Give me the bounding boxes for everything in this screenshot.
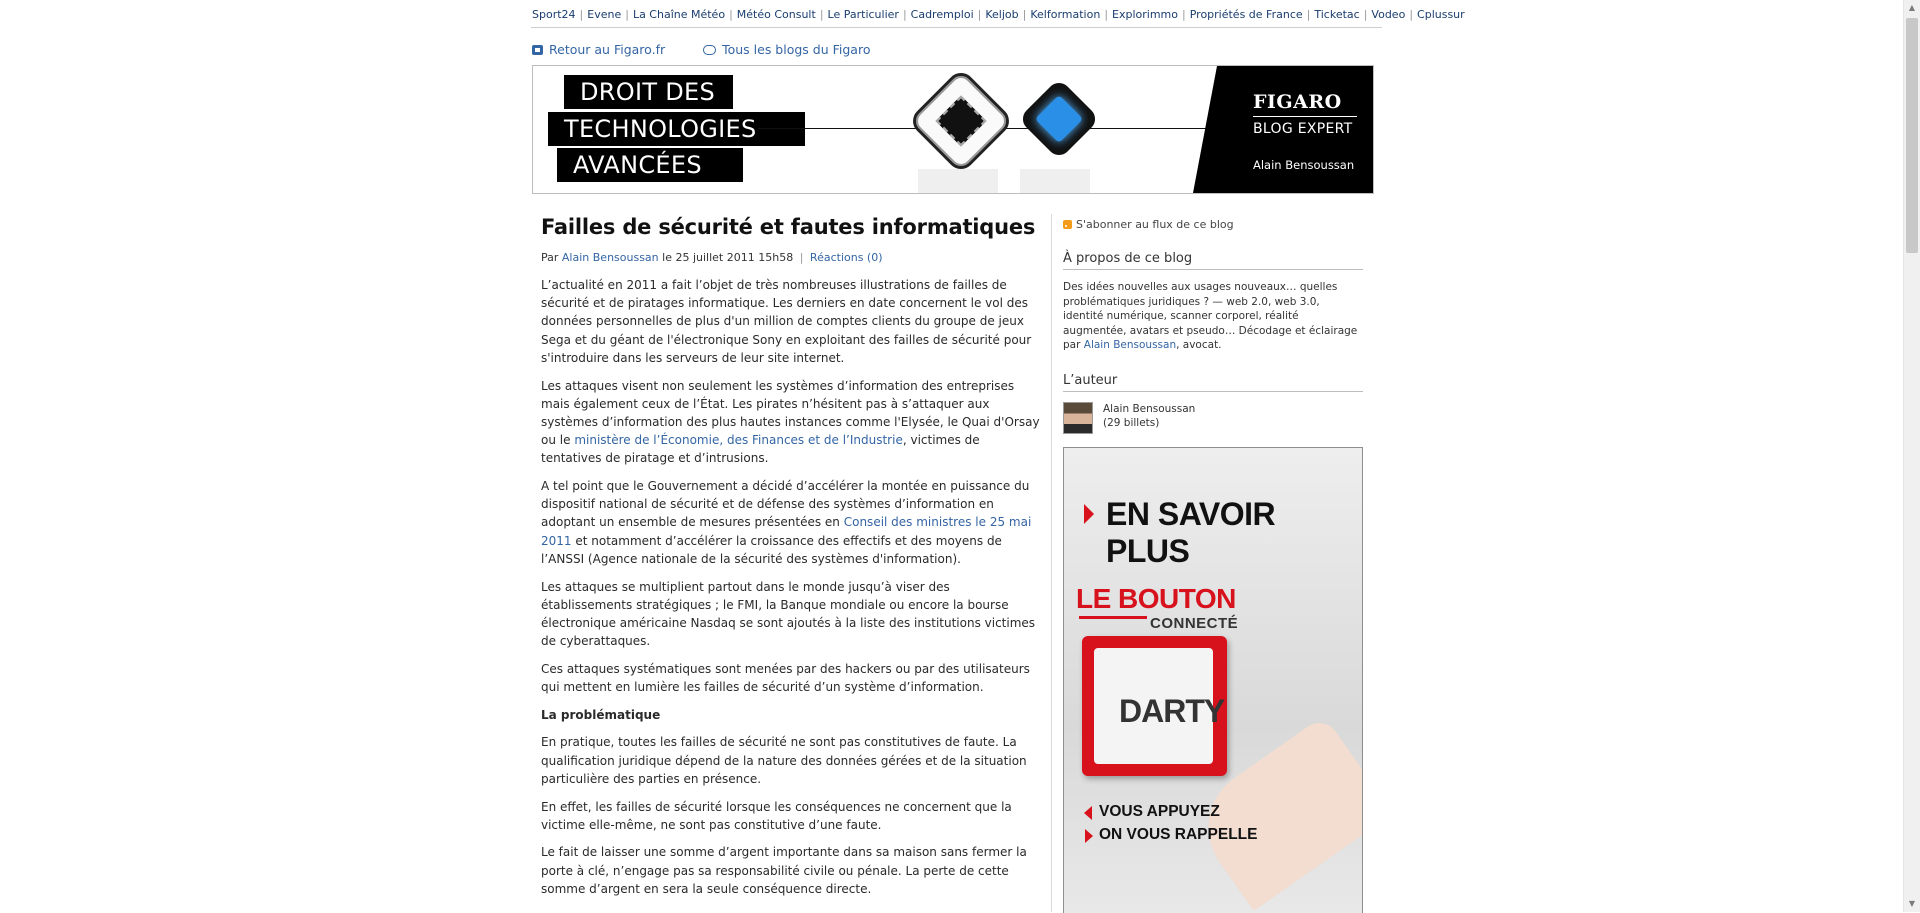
network-link-evene[interactable]: Evene	[587, 8, 621, 21]
author-name: Alain Bensoussan	[1103, 402, 1196, 415]
network-link-kelformation[interactable]: Kelformation	[1030, 8, 1100, 21]
figaro-logo: FIGARO	[1253, 91, 1342, 113]
network-link-proprietes-de-france[interactable]: Propriétés de France	[1190, 8, 1303, 21]
blog-nav: Retour au Figaro.fr Tous les blogs du Fi…	[532, 42, 904, 58]
author-post-count: (29 billets)	[1103, 416, 1160, 429]
red-arrow-icon	[1084, 504, 1094, 524]
ad-headline: EN SAVOIR PLUS	[1106, 496, 1276, 569]
ad-connecte: CONNECTÉ	[1150, 615, 1239, 632]
chip-core	[935, 95, 987, 147]
rss-label: S'abonner au flux de ce blog	[1076, 218, 1234, 231]
network-link-cplussur[interactable]: Cplussur	[1417, 8, 1465, 21]
article: Failles de sécurité et fautes informatiq…	[541, 215, 1041, 908]
banner-title-line1: DROIT DES	[564, 75, 733, 109]
sidebar: S'abonner au flux de ce blog À propos de…	[1063, 218, 1363, 434]
separator: |	[1409, 8, 1414, 21]
all-blogs-link[interactable]: Tous les blogs du Figaro	[703, 42, 870, 57]
article-date: le 25 juillet 2011 15h58	[662, 251, 794, 264]
article-paragraph: Les attaques visent non seulement les sy…	[541, 377, 1041, 468]
all-blogs-label: Tous les blogs du Figaro	[722, 42, 871, 57]
scroll-up-icon[interactable]: ▲	[1904, 0, 1920, 16]
ad-red-line	[1079, 616, 1147, 619]
banner-brand-block: FIGARO BLOG EXPERT Alain Bensoussan	[1193, 66, 1373, 193]
meta-by: Par	[541, 251, 559, 264]
network-link-sport24[interactable]: Sport24	[532, 8, 576, 21]
article-meta: Par Alain Bensoussan le 25 juillet 2011 …	[541, 251, 1041, 264]
network-links-bar: Sport24 | Evene | La Chaîne Météo | Météo Cons…	[531, 0, 1465, 28]
chip-reflection	[918, 169, 998, 193]
rss-icon	[1063, 220, 1072, 229]
author-info: Alain Bensoussan (29 billets)	[1103, 402, 1195, 434]
chip-reflection	[1020, 169, 1090, 193]
banner-title-line3: AVANCÉES	[557, 148, 743, 182]
network-link-cadremploi[interactable]: Cadremploi	[911, 8, 974, 21]
text-span: et notamment d’accélérer la croissance d…	[541, 533, 1002, 566]
network-link-keljob[interactable]: Keljob	[985, 8, 1018, 21]
right-arrow-icon	[1085, 829, 1093, 843]
separator: |	[977, 8, 982, 21]
separator: |	[579, 8, 584, 21]
page-wrapper: Sport24 | Evene | La Chaîne Météo | Météo Cons…	[531, 0, 1465, 913]
article-paragraph: En pratique, toutes les failles de sécur…	[541, 735, 1027, 786]
back-to-figaro-link[interactable]: Retour au Figaro.fr	[532, 42, 665, 57]
left-arrow-icon	[1084, 806, 1092, 820]
article-paragraph: Les attaques se multiplient partout dans…	[541, 579, 1036, 649]
about-heading: À propos de ce blog	[1063, 251, 1363, 270]
blue-chip-image	[1017, 77, 1101, 161]
network-link-le-particulier[interactable]: Le Particulier	[828, 8, 899, 21]
banner-title-line2: TECHNOLOGIES	[548, 112, 805, 146]
network-link-ticketac[interactable]: Ticketac	[1314, 8, 1359, 21]
about-text: Des idées nouvelles aux usages nouveaux……	[1063, 280, 1363, 353]
rss-subscribe-link[interactable]: S'abonner au flux de ce blog	[1063, 218, 1363, 231]
article-subheading: La problématique	[541, 707, 661, 722]
banner-author: Alain Bensoussan	[1253, 158, 1355, 172]
article-title: Failles de sécurité et fautes informatiq…	[541, 215, 1036, 239]
darty-logo: DARTY	[1119, 693, 1225, 729]
separator: |	[1363, 8, 1368, 21]
scroll-down-icon[interactable]: ▼	[1904, 896, 1920, 912]
column-divider	[1051, 214, 1052, 912]
avatar[interactable]	[1063, 401, 1093, 434]
back-to-figaro-label: Retour au Figaro.fr	[549, 42, 666, 57]
separator: |	[1022, 8, 1027, 21]
article-paragraph: A tel point que le Gouvernement a décidé…	[541, 477, 1041, 568]
separator: |	[1306, 8, 1311, 21]
article-paragraph: Le fait de laisser une somme d’argent im…	[541, 845, 1027, 896]
meta-separator: |	[799, 251, 804, 264]
article-body: L’actualité en 2011 a fait l’objet de tr…	[541, 276, 1041, 898]
speech-bubble-icon	[703, 44, 717, 55]
separator: |	[625, 8, 629, 21]
chip-core	[1034, 94, 1084, 144]
separator: |	[1104, 8, 1109, 21]
blog-banner[interactable]: DROIT DES TECHNOLOGIES AVANCÉES FIGARO B…	[532, 65, 1374, 194]
network-link-vodeo[interactable]: Vodeo	[1371, 8, 1405, 21]
network-link-explorimmo[interactable]: Explorimmo	[1112, 8, 1178, 21]
author-link[interactable]: Alain Bensoussan	[562, 251, 659, 264]
article-paragraph: L’actualité en 2011 a fait l’objet de tr…	[541, 278, 1032, 365]
processor-chip-image	[907, 67, 1015, 175]
separator: |	[819, 8, 824, 21]
vertical-scrollbar[interactable]: ▲ ▼	[1903, 0, 1920, 912]
darty-ad[interactable]: EN SAVOIR PLUS LE BOUTON CONNECTÉ DARTY …	[1063, 447, 1363, 913]
article-paragraph: Ces attaques systématiques sont menées p…	[541, 661, 1030, 695]
about-author-link[interactable]: Alain Bensoussan	[1084, 339, 1176, 351]
network-link-chaine-meteo[interactable]: La Chaîne Météo	[633, 8, 725, 21]
article-paragraph: En effet, les failles de sécurité lorsqu…	[541, 799, 1012, 832]
author-card[interactable]: Alain Bensoussan (29 billets)	[1063, 401, 1363, 434]
ministere-link[interactable]: ministère de l’Économie, des Finances et…	[574, 433, 903, 447]
separator: |	[902, 8, 907, 21]
banner-rule	[1253, 116, 1357, 117]
text-span: , avocat.	[1176, 339, 1222, 351]
separator: |	[729, 8, 733, 21]
home-icon	[532, 44, 543, 55]
author-heading: L’auteur	[1063, 373, 1363, 392]
ad-line2: ON VOUS RAPPELLE	[1099, 826, 1258, 843]
reactions-link[interactable]: Réactions (0)	[810, 251, 883, 264]
blog-expert-label: BLOG EXPERT	[1253, 121, 1353, 137]
ad-le-bouton: LE BOUTON	[1076, 583, 1236, 614]
network-link-meteo-consult[interactable]: Météo Consult	[737, 8, 816, 21]
scrollbar-thumb[interactable]	[1906, 18, 1918, 253]
separator: |	[1182, 8, 1186, 21]
ad-line1: VOUS APPUYEZ	[1099, 803, 1220, 820]
